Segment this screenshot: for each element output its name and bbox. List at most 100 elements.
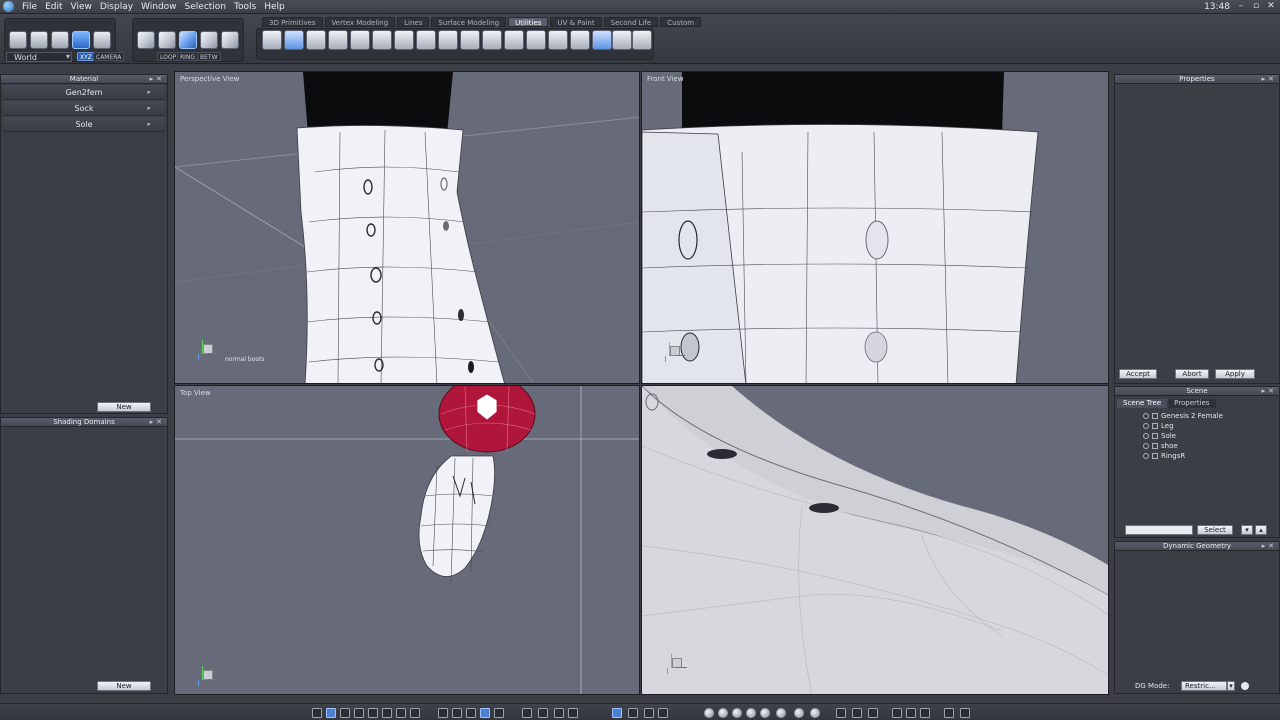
face-mode-cube-icon[interactable] (200, 31, 218, 49)
menu-help[interactable]: Help (260, 0, 289, 14)
lock-icon[interactable] (1152, 443, 1158, 449)
panel-controls-icon[interactable]: ▸✕ (150, 418, 165, 427)
minimize-icon[interactable]: – (1236, 1, 1246, 11)
top-viewport[interactable]: Top View (174, 385, 640, 695)
camera-snapshot-icon[interactable] (960, 708, 970, 718)
util-ghost-icon[interactable] (482, 30, 502, 50)
material-item-sole[interactable]: Sole ▸ (3, 117, 165, 132)
menu-display[interactable]: Display (96, 0, 137, 14)
panel-controls-icon[interactable]: ▸✕ (150, 75, 165, 84)
util-bend-icon[interactable] (350, 30, 370, 50)
layout-six-icon[interactable] (410, 708, 420, 718)
tab-surface-modeling[interactable]: Surface Modeling (431, 17, 507, 27)
select-dropdown-icon[interactable]: ▾ (1241, 525, 1253, 535)
visibility-eye-icon[interactable] (1143, 413, 1149, 419)
util-twist-icon[interactable] (372, 30, 392, 50)
magnet-select-icon[interactable] (72, 31, 90, 49)
select-name-input[interactable] (1125, 525, 1193, 535)
tab-3d-primitives[interactable]: 3D Primitives (262, 17, 323, 27)
util-box-icon[interactable] (306, 30, 326, 50)
util-sphere-icon[interactable] (526, 30, 546, 50)
close-icon[interactable]: ✕ (1266, 1, 1276, 11)
quad-view-icon[interactable] (326, 708, 336, 718)
util-cylinder-icon[interactable] (592, 30, 612, 50)
menu-selection[interactable]: Selection (181, 0, 230, 14)
layout-five-icon[interactable] (396, 708, 406, 718)
menu-file[interactable]: File (18, 0, 41, 14)
select-arrow-icon[interactable] (9, 31, 27, 49)
util-ds-bridge-icon[interactable] (632, 30, 652, 50)
select-up-icon[interactable]: ▴ (1255, 525, 1267, 535)
util-pen-icon[interactable] (460, 30, 480, 50)
restore-icon[interactable]: ▫ (1251, 1, 1261, 11)
perspective-viewport[interactable]: Perspective View normal boots (174, 71, 640, 384)
abort-button[interactable]: Abort (1175, 369, 1209, 379)
grid-view-icon[interactable] (494, 708, 504, 718)
new-shading-domain-button[interactable]: New (97, 681, 151, 691)
panel-controls-icon[interactable]: ▸✕ (1262, 387, 1277, 396)
tab-second-life[interactable]: Second Life (603, 17, 659, 27)
edge-mode-cube-icon[interactable] (179, 31, 197, 49)
menu-window[interactable]: Window (137, 0, 181, 14)
shadow-icon[interactable] (920, 708, 930, 718)
chevron-down-icon[interactable]: ▾ (1227, 681, 1235, 691)
shading-light-icon[interactable] (810, 708, 820, 718)
lock-icon[interactable] (1152, 433, 1158, 439)
ambient-icon[interactable] (892, 708, 902, 718)
layout-split-h-icon[interactable] (354, 708, 364, 718)
nav-select-icon[interactable] (612, 708, 622, 718)
tree-item-shoe[interactable]: shoe (1143, 441, 1178, 451)
util-gear-icon[interactable] (570, 30, 590, 50)
vertex-mode-cube-icon[interactable] (158, 31, 176, 49)
nav-camera-icon[interactable] (658, 708, 668, 718)
lasso-icon[interactable] (30, 31, 48, 49)
nav-tools-icon[interactable] (628, 708, 638, 718)
visibility-eye-icon[interactable] (1143, 453, 1149, 459)
util-move-icon[interactable] (262, 30, 282, 50)
visibility-eye-icon[interactable] (1143, 433, 1149, 439)
util-align-icon[interactable] (394, 30, 414, 50)
material-item-sock[interactable]: Sock ▸ (3, 101, 165, 116)
menu-tools[interactable]: Tools (230, 0, 260, 14)
object-mode-cube-icon[interactable] (137, 31, 155, 49)
util-dome-icon[interactable] (504, 30, 524, 50)
wire-view-icon[interactable] (480, 708, 490, 718)
render-icon[interactable] (944, 708, 954, 718)
tree-item-sole[interactable]: Sole (1143, 431, 1176, 441)
visibility-eye-icon[interactable] (1143, 443, 1149, 449)
shading-hidden-icon[interactable] (718, 708, 728, 718)
tree-item-genesis-2-female[interactable]: Genesis 2 Female (1143, 411, 1223, 421)
dg-toggle-icon[interactable] (1241, 682, 1249, 690)
layout-three-icon[interactable] (340, 708, 350, 718)
tree-item-ringsr[interactable]: RingsR (1143, 451, 1185, 461)
loop-button[interactable]: LOOP (157, 52, 180, 61)
menu-edit[interactable]: Edit (41, 0, 66, 14)
camera-toggle[interactable]: CAMERA (93, 52, 125, 61)
dg-mode-select[interactable]: Restric... (1181, 681, 1227, 691)
visibility-eye-icon[interactable] (1143, 423, 1149, 429)
util-snap-icon[interactable] (328, 30, 348, 50)
util-link-icon[interactable] (438, 30, 458, 50)
material-item-gen2fem[interactable]: Gen2fem ▸ (3, 85, 165, 100)
apply-button[interactable]: Apply (1215, 369, 1255, 379)
tab-scene-properties[interactable]: Properties (1168, 399, 1216, 408)
tab-scene-tree[interactable]: Scene Tree (1117, 399, 1168, 408)
render-view-icon[interactable] (438, 708, 448, 718)
shading-material-icon[interactable] (794, 708, 804, 718)
panel-controls-icon[interactable]: ▸✕ (1262, 75, 1277, 84)
shading-wire-icon[interactable] (704, 708, 714, 718)
shading-smooth-icon[interactable] (746, 708, 756, 718)
layout-split-v-icon[interactable] (368, 708, 378, 718)
menu-view[interactable]: View (67, 0, 96, 14)
single-view-icon[interactable] (312, 708, 322, 718)
light-icon[interactable] (836, 708, 846, 718)
nav-move-icon[interactable] (644, 708, 654, 718)
lock-icon[interactable] (1152, 453, 1158, 459)
tab-uv-paint[interactable]: UV & Paint (550, 17, 602, 27)
sun-icon[interactable] (852, 708, 862, 718)
layout-four-icon[interactable] (382, 708, 392, 718)
lock-icon[interactable] (1152, 413, 1158, 419)
panel-controls-icon[interactable]: ▸✕ (1262, 542, 1277, 551)
coord-space-select[interactable]: World (6, 52, 72, 62)
shading-textured-icon[interactable] (776, 708, 786, 718)
